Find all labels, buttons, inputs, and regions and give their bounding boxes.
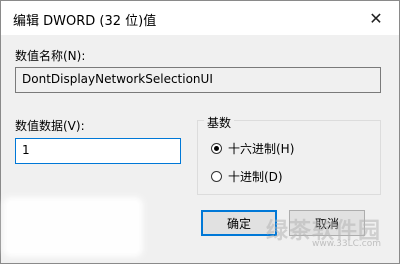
radio-hexadecimal-label: 十六进制(H) — [228, 142, 295, 156]
value-data-label: 数值数据(V): — [15, 119, 85, 133]
radio-unselected-icon — [211, 171, 222, 182]
edit-dword-dialog: 编辑 DWORD (32 位)值 ✕ 数值名称(N): DontDisplayN… — [0, 0, 400, 264]
value-name-field: DontDisplayNetworkSelectionUI — [15, 67, 381, 93]
cancel-button[interactable]: 取消 — [289, 210, 365, 236]
radio-hexadecimal[interactable]: 十六进制(H) — [211, 140, 294, 157]
close-icon[interactable]: ✕ — [353, 1, 399, 35]
watermark-url: www.33LC.com — [312, 239, 381, 249]
base-group-title: 基数 — [204, 114, 235, 131]
dialog-title: 编辑 DWORD (32 位)值 — [13, 14, 157, 29]
title-bar: 编辑 DWORD (32 位)值 ✕ — [1, 1, 399, 35]
ok-button[interactable]: 确定 — [201, 210, 277, 236]
blurred-region — [3, 197, 143, 257]
value-data-input[interactable]: 1 — [15, 138, 181, 164]
value-name-label: 数值名称(N): — [15, 49, 86, 63]
radio-decimal[interactable]: 十进制(D) — [211, 168, 283, 185]
radio-decimal-label: 十进制(D) — [228, 170, 283, 184]
radio-selected-icon — [211, 143, 222, 154]
